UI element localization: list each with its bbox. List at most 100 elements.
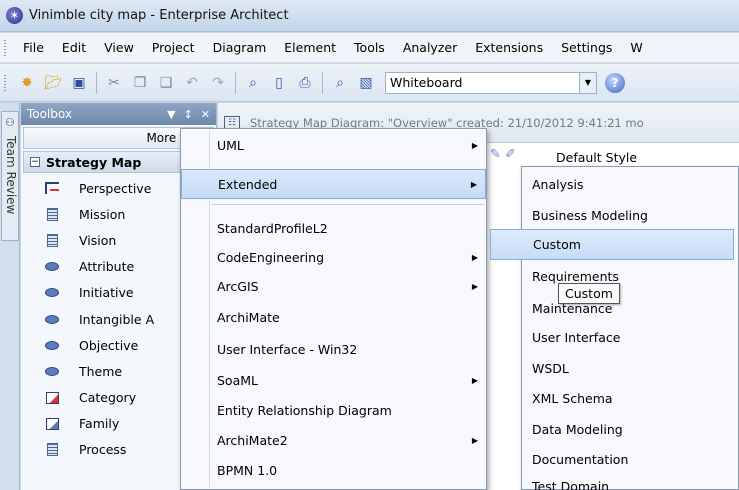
toolbar-grip-icon[interactable] xyxy=(4,74,6,91)
toolbox-group-label: Strategy Map xyxy=(46,154,142,170)
submenu-item-documentation[interactable]: Documentation xyxy=(522,444,738,475)
submenu-item-label: Analysis xyxy=(532,177,584,192)
team-review-tab[interactable]: ⚇ Team Review xyxy=(1,111,19,241)
menu-project[interactable]: Project xyxy=(143,40,204,55)
cut-icon[interactable]: ✂ xyxy=(104,73,124,93)
team-review-icon: ⚇ xyxy=(5,116,15,129)
print-preview-icon[interactable]: ⌕ xyxy=(243,73,263,93)
menu-tools[interactable]: Tools xyxy=(345,40,394,55)
menu-item-label: ArchiMate2 xyxy=(217,432,288,448)
toolbox-item-label: Attribute xyxy=(79,259,135,275)
chevron-down-icon[interactable]: ▼ xyxy=(579,72,596,93)
menu-item-arcgis[interactable]: ArcGIS ▶ xyxy=(181,271,486,301)
toolbar-separator xyxy=(235,71,236,94)
ellipse-icon xyxy=(45,286,59,300)
undo-icon[interactable]: ↶ xyxy=(182,73,202,93)
tooltip-text: Custom xyxy=(565,286,613,301)
menu-extensions[interactable]: Extensions xyxy=(466,40,552,55)
title-bar: ✶ Vinimble city map - Enterprise Archite… xyxy=(0,0,739,32)
menu-item-standardprofilel2[interactable]: StandardProfileL2 xyxy=(181,213,486,243)
toolbox-item-label: Mission xyxy=(79,206,126,222)
menu-item-archimate[interactable]: ArchiMate xyxy=(181,302,486,332)
submenu-item-analysis[interactable]: Analysis xyxy=(522,169,738,200)
search-model-icon[interactable]: ▧ xyxy=(356,73,376,93)
menu-item-extended[interactable]: Extended ▶ xyxy=(181,169,486,199)
redo-icon[interactable]: ↷ xyxy=(208,73,228,93)
submenu-item-wsdl[interactable]: WSDL xyxy=(522,353,738,384)
panel-menu-icon[interactable]: ▼ xyxy=(167,108,175,121)
pin-icon[interactable]: ↕ xyxy=(184,108,193,121)
submenu-arrow-icon: ▶ xyxy=(470,179,477,189)
find-icon[interactable]: ⌕ xyxy=(330,73,350,93)
menu-item-bpmn-1-0[interactable]: BPMN 1.0 xyxy=(181,455,486,485)
submenu-item-user-interface[interactable]: User Interface xyxy=(522,322,738,353)
document-icon xyxy=(45,233,59,247)
print-icon[interactable]: ⎙ xyxy=(295,73,315,93)
menu-view[interactable]: View xyxy=(95,40,143,55)
submenu-arrow-icon: ▶ xyxy=(471,435,478,445)
submenu-item-label: Requirements xyxy=(532,269,619,284)
perspective-combo[interactable]: Whiteboard ▼ xyxy=(385,71,597,94)
menu-diagram[interactable]: Diagram xyxy=(204,40,276,55)
tooltip: Custom xyxy=(558,283,620,304)
window-title: Vinimble city map - Enterprise Architect xyxy=(29,8,289,23)
menu-item-label: ArchiMate xyxy=(217,309,280,325)
team-review-label: Team Review xyxy=(4,136,18,215)
toolbox-title: Toolbox xyxy=(27,107,72,121)
menu-element[interactable]: Element xyxy=(275,40,345,55)
menu-analyzer[interactable]: Analyzer xyxy=(394,40,466,55)
menu-file[interactable]: File xyxy=(14,40,53,55)
submenu-arrow-icon: ▶ xyxy=(471,252,478,262)
default-style-label[interactable]: Default Style xyxy=(556,150,637,165)
document-icon xyxy=(45,207,59,221)
menu-item-uml[interactable]: UML ▶ xyxy=(181,130,486,160)
document-icon xyxy=(45,443,59,457)
perspective-combo-value: Whiteboard xyxy=(390,75,463,90)
toolbox-item-label: Process xyxy=(79,442,127,458)
menu-bar: File Edit View Project Diagram Element T… xyxy=(0,33,739,63)
submenu-item-label: Business Modeling xyxy=(532,208,648,223)
toolbox-item-label: Initiative xyxy=(79,285,134,301)
menu-settings[interactable]: Settings xyxy=(552,40,621,55)
submenu-item-requirements[interactable]: Requirements xyxy=(522,261,738,292)
submenu-item-label: User Interface xyxy=(532,330,621,345)
submenu-item-business-modeling[interactable]: Business Modeling xyxy=(522,200,738,231)
submenu-item-xml-schema[interactable]: XML Schema xyxy=(522,383,738,414)
toolbox-item-label: Category xyxy=(79,390,137,406)
submenu-item-custom[interactable]: Custom xyxy=(490,229,734,260)
menu-item-entity-relationship-diagram[interactable]: Entity Relationship Diagram xyxy=(181,395,486,425)
close-icon[interactable]: ✕ xyxy=(201,108,210,121)
toolbox-item-label: Objective xyxy=(79,337,139,353)
menu-item-archimate2[interactable]: ArchiMate2 ▶ xyxy=(181,425,486,455)
ellipse-icon xyxy=(45,364,59,378)
style-brush-icon[interactable]: ✎ ✐ xyxy=(490,147,516,162)
save-icon[interactable]: ▣ xyxy=(69,73,89,93)
menu-item-label: StandardProfileL2 xyxy=(217,220,328,236)
left-dock-strip: ⚇ Team Review xyxy=(0,103,20,490)
submenu-item-maintenance[interactable]: Maintenance xyxy=(522,293,738,324)
menu-item-codeengineering[interactable]: CodeEngineering ▶ xyxy=(181,242,486,272)
submenu-item-test-domain[interactable]: Test Domain xyxy=(522,473,738,490)
menu-window[interactable]: W xyxy=(621,40,651,55)
toolbox-item-label: Family xyxy=(79,416,120,432)
menu-item-label: Extended xyxy=(218,176,278,192)
collapse-icon[interactable]: − xyxy=(30,157,40,167)
menu-item-soaml[interactable]: SoaML ▶ xyxy=(181,365,486,395)
submenu-item-label: Data Modeling xyxy=(532,422,623,437)
help-icon[interactable]: ? xyxy=(605,72,625,93)
family-icon xyxy=(45,417,59,431)
new-project-icon[interactable]: ✸ xyxy=(17,73,37,93)
toolbar-separator xyxy=(96,71,97,94)
menubar-grip-icon[interactable] xyxy=(4,39,6,56)
copy-icon[interactable]: ❐ xyxy=(130,73,150,93)
ellipse-icon xyxy=(45,260,59,274)
submenu-item-label: XML Schema xyxy=(532,391,613,406)
open-folder-icon[interactable]: 📂︎ xyxy=(43,73,63,93)
submenu-arrow-icon: ▶ xyxy=(471,281,478,291)
menu-item-user-interface-win32[interactable]: User Interface - Win32 xyxy=(181,334,486,364)
submenu-item-data-modeling[interactable]: Data Modeling xyxy=(522,414,738,445)
menu-edit[interactable]: Edit xyxy=(53,40,95,55)
toolbox-header: Toolbox ▼ ↕ ✕ xyxy=(21,103,216,125)
page-setup-icon[interactable]: ▯ xyxy=(269,73,289,93)
paste-icon[interactable]: ❑ xyxy=(156,73,176,93)
